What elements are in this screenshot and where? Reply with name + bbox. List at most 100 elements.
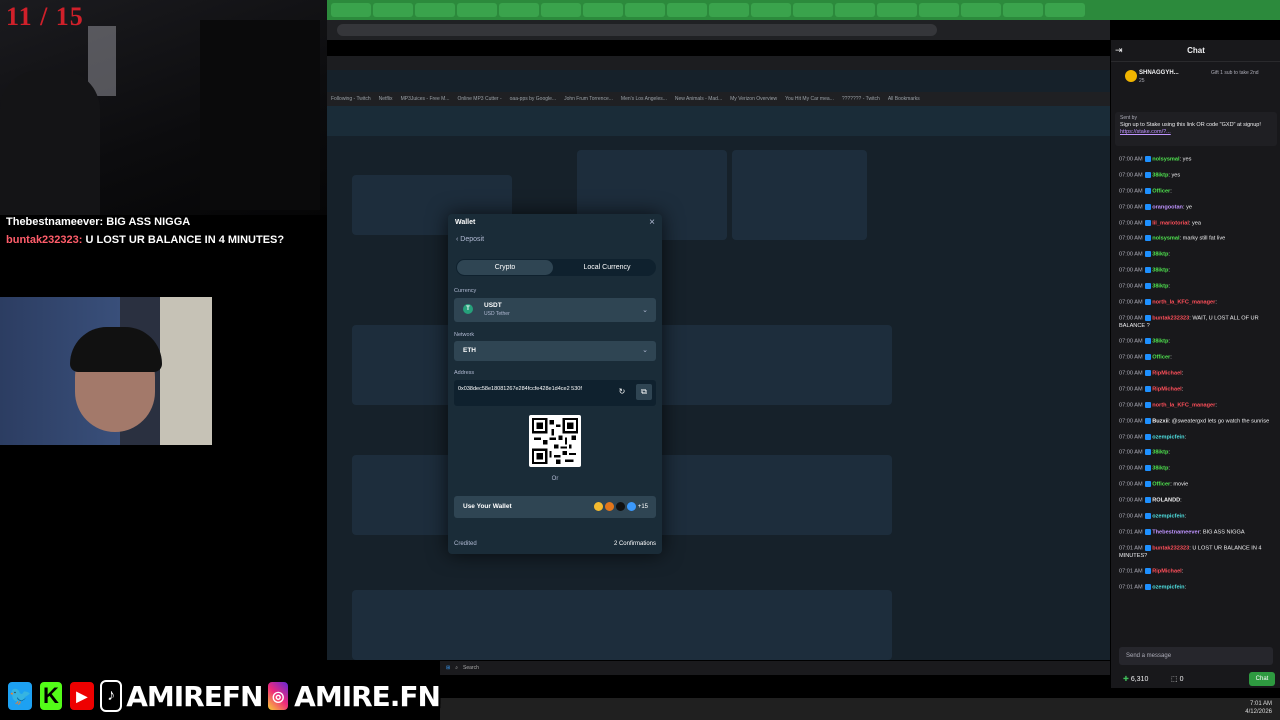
message-user[interactable]: 38iktp	[1152, 172, 1168, 178]
search-icon[interactable]: ⌕	[455, 665, 458, 671]
browser-tab[interactable]	[457, 3, 497, 17]
badge-icon	[1145, 338, 1152, 345]
message-user[interactable]: Officer	[1152, 482, 1170, 488]
browser-tab[interactable]	[541, 3, 581, 17]
message-user[interactable]: ROLANDD	[1152, 498, 1180, 504]
message-time: 07:00 AM	[1119, 219, 1143, 226]
message-text: : BIG ASS NIGGA	[1199, 529, 1245, 536]
browser-tab[interactable]	[1045, 3, 1085, 17]
network-label: Network	[454, 332, 475, 338]
message-user[interactable]: 38iktp	[1152, 339, 1168, 345]
bookmark[interactable]: My Verizon Overview	[730, 96, 777, 102]
message-user[interactable]: Buzxii	[1152, 418, 1168, 424]
back-to-deposit[interactable]: ‹ Deposit	[456, 236, 484, 243]
browser-tab-strip[interactable]	[327, 0, 1280, 20]
bookmark[interactable]: Netflix	[379, 96, 393, 102]
system-clock[interactable]: 7:01 AM 4/12/2026	[1245, 700, 1272, 716]
address-field[interactable]: 0x038dec58e18081267e284fccfe428e1d4ce2 5…	[454, 380, 656, 406]
network-select[interactable]: ETH ⌄	[454, 341, 656, 361]
browser-tab[interactable]	[373, 3, 413, 17]
pinned-text: Sign up to Stake using this link OR code…	[1120, 122, 1261, 128]
bookmark[interactable]: ??????? - Twitch	[842, 96, 880, 102]
browser-tab[interactable]	[331, 3, 371, 17]
chat-message: 07:00 AM 38iktp:	[1111, 267, 1280, 275]
use-wallet-button[interactable]: Use Your Wallet +15	[454, 496, 656, 518]
bookmark[interactable]: All Bookmarks	[888, 96, 920, 102]
message-user[interactable]: RipMichael	[1152, 569, 1182, 575]
message-user[interactable]: north_la_KFC_manager	[1152, 299, 1215, 305]
message-user[interactable]: 38iktp	[1152, 466, 1168, 472]
message-user[interactable]: buntak232323	[1152, 315, 1189, 321]
message-user[interactable]: ozempicfein	[1152, 585, 1184, 591]
windows-start-icon[interactable]: ⊞	[446, 665, 450, 671]
browser-tab[interactable]	[415, 3, 455, 17]
browser-tab[interactable]	[1003, 3, 1043, 17]
browser-tab[interactable]	[583, 3, 623, 17]
message-user[interactable]: Thebestnameever	[1152, 529, 1200, 535]
currency-sub: USD Tether	[484, 311, 510, 317]
bookmark[interactable]: You Hit My Car mea...	[785, 96, 834, 102]
chat-send-button[interactable]: Chat	[1249, 672, 1275, 686]
message-user[interactable]: ozempicfein	[1152, 513, 1184, 519]
message-user[interactable]: Officer	[1152, 188, 1170, 194]
bookmark[interactable]: MP3Juices - Free M...	[401, 96, 450, 102]
message-user[interactable]: RipMichael	[1152, 386, 1182, 392]
message-user[interactable]: 38iktp	[1152, 268, 1168, 274]
close-icon[interactable]: ×	[649, 217, 655, 228]
bookmark[interactable]: Following - Twitch	[331, 96, 371, 102]
message-user[interactable]: lil_mariotorial	[1152, 220, 1189, 226]
chat-message: 07:00 AM Officer:	[1111, 354, 1280, 362]
copy-icon[interactable]: ⧉	[636, 384, 652, 400]
bookmark[interactable]: Online MP3 Cutter -	[457, 96, 501, 102]
bookmark[interactable]: John Frum Torrence...	[564, 96, 613, 102]
tab-crypto[interactable]: Crypto	[457, 260, 553, 275]
bookmark[interactable]: oaa-pps by Google...	[510, 96, 556, 102]
currency-value: USDT	[484, 302, 502, 309]
browser-tab[interactable]	[751, 3, 791, 17]
badge-icon	[1145, 512, 1152, 519]
message-time: 07:01 AM	[1119, 529, 1143, 536]
message-user[interactable]: north_la_KFC_manager	[1152, 402, 1215, 408]
message-user[interactable]: 38iktp	[1152, 252, 1168, 258]
stake-page-background	[327, 70, 1110, 660]
pinned-link[interactable]: https://stake.com/?...	[1120, 129, 1171, 135]
chat-message: 07:00 AM nolsysmal: yes	[1111, 156, 1280, 164]
message-user[interactable]: RipMichael	[1152, 371, 1182, 377]
bookmark[interactable]: New Animals - Mad...	[675, 96, 722, 102]
refresh-icon[interactable]: ↻	[614, 384, 630, 400]
message-user[interactable]: nolsysmal	[1152, 156, 1179, 162]
browser-tab[interactable]	[499, 3, 539, 17]
browser-tab[interactable]	[667, 3, 707, 17]
chat-message: 07:00 AM buntak232323: WAIT, U LOST ALL …	[1111, 314, 1280, 331]
overlay-chat-message: buntak232323: U LOST UR BALANCE IN 4 MIN…	[6, 234, 284, 246]
kick-icon: K	[38, 680, 64, 712]
browser-tab[interactable]	[793, 3, 833, 17]
channel-points[interactable]: ✚ 6,310	[1123, 675, 1148, 683]
browser-tab[interactable]	[625, 3, 665, 17]
browser-tab[interactable]	[835, 3, 875, 17]
browser-tab[interactable]	[709, 3, 749, 17]
gift-user[interactable]: SHNAGGYH...	[1139, 70, 1179, 76]
browser-tab[interactable]	[919, 3, 959, 17]
tab-local-currency[interactable]: Local Currency	[559, 260, 655, 275]
message-user[interactable]: 38iktp	[1152, 283, 1168, 289]
currency-select[interactable]: T USDT USD Tether ⌄	[454, 298, 656, 322]
chevron-down-icon: ⌄	[642, 307, 648, 314]
message-text: :	[1168, 338, 1170, 345]
message-user[interactable]: orangootan	[1152, 204, 1183, 210]
browser-tab[interactable]	[877, 3, 917, 17]
message-user[interactable]: 38iktp	[1152, 450, 1168, 456]
browser-tab[interactable]	[961, 3, 1001, 17]
message-time: 07:00 AM	[1119, 204, 1143, 211]
address-bar[interactable]	[337, 24, 937, 36]
message-text: :	[1180, 497, 1182, 504]
chat-input[interactable]: Send a message	[1119, 647, 1273, 665]
message-user[interactable]: buntak232323	[1152, 545, 1189, 551]
message-user[interactable]: ozempicfein	[1152, 434, 1184, 440]
message-user[interactable]: Officer	[1152, 355, 1170, 361]
taskbar-search[interactable]: Search	[463, 665, 479, 671]
message-user[interactable]: nolsysmal	[1152, 236, 1179, 242]
message-time: 07:00 AM	[1119, 315, 1143, 322]
bookmark[interactable]: Men's Los Angeles...	[621, 96, 667, 102]
message-time: 07:00 AM	[1119, 402, 1143, 409]
